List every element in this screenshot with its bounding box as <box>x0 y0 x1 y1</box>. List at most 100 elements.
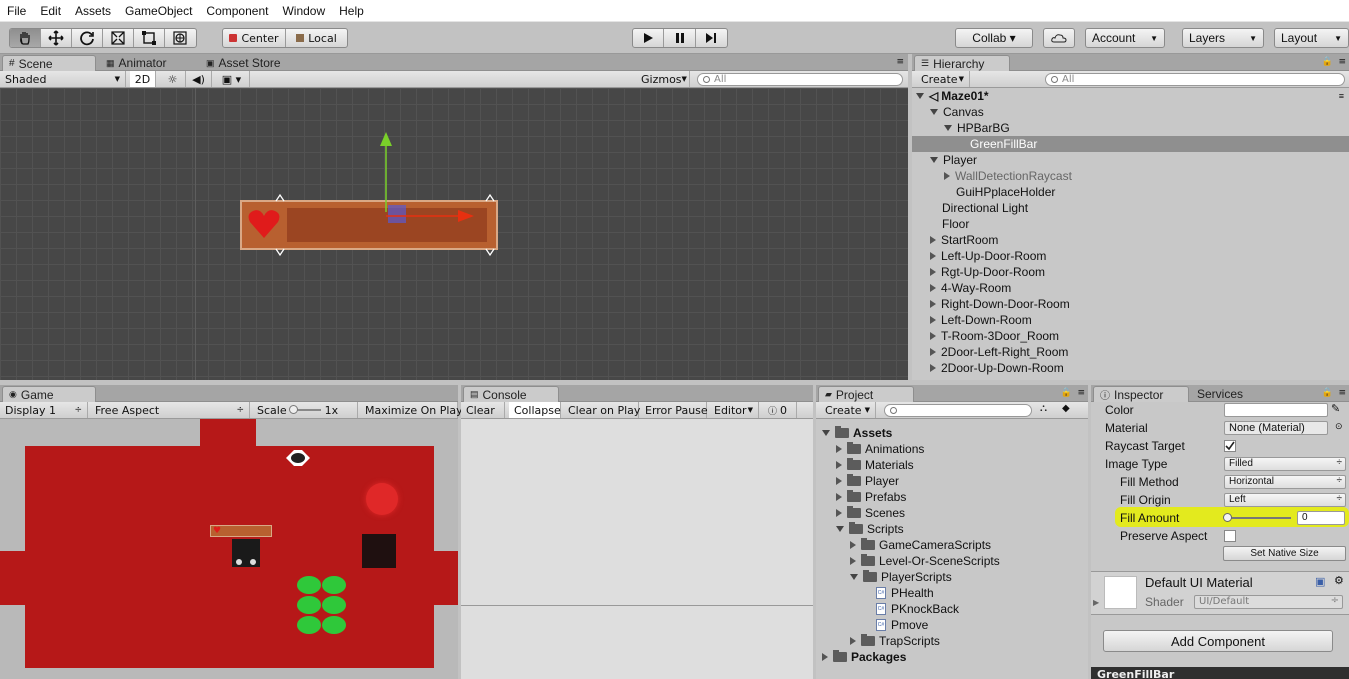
shading-dropdown[interactable]: Shaded ▼ <box>0 71 126 87</box>
shader-dropdown[interactable]: UI/Default <box>1194 595 1343 609</box>
fill-origin-dropdown[interactable]: Left <box>1224 493 1346 507</box>
tab-console[interactable]: ▤ Console <box>463 386 559 402</box>
gizmos-dropdown[interactable]: Gizmos ▼ <box>636 71 690 87</box>
project-folder[interactable]: Level-Or-SceneScripts <box>816 553 1088 569</box>
audio-toggle-icon[interactable]: ◀) <box>186 71 212 87</box>
hierarchy-search-input[interactable]: All <box>1045 73 1345 86</box>
tab-project[interactable]: ▰ Project <box>818 386 914 402</box>
tab-asset-store[interactable]: ▣ Asset Store <box>200 55 289 71</box>
layers-dropdown[interactable]: Layers ▼ <box>1182 28 1264 48</box>
hierarchy-item-room[interactable]: Rgt-Up-Door-Room <box>912 264 1349 280</box>
fill-amount-slider[interactable] <box>1223 513 1291 522</box>
scene-search-input[interactable]: All <box>697 73 903 86</box>
help-book-icon[interactable]: ▣ <box>1315 575 1325 588</box>
tab-hierarchy[interactable]: ☰ Hierarchy <box>914 55 1010 71</box>
material-field[interactable]: None (Material) <box>1224 421 1328 435</box>
scene-root[interactable]: ◁ Maze01* ≡ <box>912 88 1349 104</box>
2d-toggle[interactable]: 2D <box>130 71 156 87</box>
transform-tool-icon[interactable] <box>165 29 196 47</box>
project-folder-packages[interactable]: Packages <box>816 649 1088 665</box>
lock-icon[interactable]: 🔒 <box>1322 57 1333 67</box>
scale-tool-icon[interactable] <box>103 29 134 47</box>
scene-view[interactable] <box>0 88 908 380</box>
tab-game[interactable]: ◉ Game <box>2 386 96 402</box>
project-script[interactable]: C# PKnockBack <box>816 601 1088 617</box>
aspect-dropdown[interactable]: Free Aspect ÷ <box>90 402 250 418</box>
project-folder[interactable]: Materials <box>816 457 1088 473</box>
hierarchy-item-room[interactable]: Right-Down-Door-Room <box>912 296 1349 312</box>
hierarchy-create-dropdown[interactable]: Create ▼ <box>916 71 970 87</box>
filter-type-icon[interactable]: ⛬ <box>1040 403 1047 414</box>
hierarchy-item-room[interactable]: 4-Way-Room <box>912 280 1349 296</box>
project-folder-scripts[interactable]: Scripts <box>816 521 1088 537</box>
raycast-checkbox[interactable] <box>1224 440 1236 452</box>
hierarchy-item-room[interactable]: Left-Up-Door-Room <box>912 248 1349 264</box>
set-native-size-button[interactable]: Set Native Size <box>1223 546 1346 561</box>
hierarchy-item-floor[interactable]: Floor <box>912 216 1349 232</box>
clear-on-play-toggle[interactable]: Clear on Play <box>563 402 640 418</box>
cloud-button[interactable] <box>1043 28 1075 48</box>
rect-tool-icon[interactable] <box>134 29 165 47</box>
menu-component[interactable]: Component <box>199 0 275 22</box>
pause-button[interactable] <box>664 29 696 47</box>
image-type-dropdown[interactable]: Filled <box>1224 457 1346 471</box>
maximize-on-play-toggle[interactable]: Maximize On Play <box>360 402 463 418</box>
tab-scene[interactable]: # Scene <box>2 55 96 71</box>
panel-menu-icon[interactable]: ≡ <box>1338 388 1346 398</box>
project-folder[interactable]: TrapScripts <box>816 633 1088 649</box>
foldout-arrow-icon[interactable]: ▶ <box>1093 598 1099 607</box>
project-folder[interactable]: Animations <box>816 441 1088 457</box>
fill-method-dropdown[interactable]: Horizontal <box>1224 475 1346 489</box>
filter-label-icon[interactable]: ◆ <box>1062 403 1070 414</box>
scale-slider[interactable] <box>288 405 321 414</box>
hierarchy-item-light[interactable]: Directional Light <box>912 200 1349 216</box>
lock-icon[interactable]: 🔒 <box>1322 388 1333 398</box>
layout-dropdown[interactable]: Layout ▼ <box>1274 28 1349 48</box>
play-button[interactable] <box>633 29 665 47</box>
hierarchy-item-room[interactable]: StartRoom <box>912 232 1349 248</box>
object-picker-icon[interactable]: ⊙ <box>1335 421 1343 432</box>
project-create-dropdown[interactable]: Create ▼ <box>820 402 876 418</box>
menu-file[interactable]: File <box>0 0 33 22</box>
scale-control[interactable]: Scale 1x <box>252 402 358 418</box>
hierarchy-item-greenfillbar[interactable]: GreenFillBar <box>912 136 1349 152</box>
hierarchy-item-hpbarbg[interactable]: HPBarBG <box>912 120 1349 136</box>
account-dropdown[interactable]: Account ▼ <box>1085 28 1165 48</box>
project-search-input[interactable] <box>884 404 1032 417</box>
hierarchy-item-player[interactable]: Player <box>912 152 1349 168</box>
display-dropdown[interactable]: Display 1 ÷ <box>0 402 88 418</box>
preserve-aspect-checkbox[interactable] <box>1224 530 1236 542</box>
eyedropper-icon[interactable]: ✎ <box>1331 402 1340 415</box>
project-folder[interactable]: Scenes <box>816 505 1088 521</box>
console-divider[interactable] <box>461 605 813 606</box>
add-component-button[interactable]: Add Component <box>1103 630 1333 652</box>
console-collapse-toggle[interactable]: Collapse <box>509 402 561 418</box>
move-tool-icon[interactable] <box>41 29 72 47</box>
menu-edit[interactable]: Edit <box>33 0 68 22</box>
scene-menu-icon[interactable]: ≡ <box>1339 91 1344 101</box>
tab-animator[interactable]: ▦ Animator <box>100 55 175 71</box>
panel-menu-icon[interactable]: ≡ <box>1338 57 1346 67</box>
center-button[interactable]: Center <box>223 29 286 47</box>
hand-tool-icon[interactable] <box>10 29 41 47</box>
hierarchy-item-canvas[interactable]: Canvas <box>912 104 1349 120</box>
hierarchy-item-walldetection[interactable]: WallDetectionRaycast <box>912 168 1349 184</box>
project-folder[interactable]: Prefabs <box>816 489 1088 505</box>
project-folder-assets[interactable]: Assets <box>816 425 1088 441</box>
project-folder[interactable]: GameCameraScripts <box>816 537 1088 553</box>
hierarchy-item-room[interactable]: 2Door-Up-Down-Room <box>912 360 1349 376</box>
menu-help[interactable]: Help <box>332 0 371 22</box>
tab-inspector[interactable]: ⓘ Inspector <box>1093 386 1189 402</box>
menu-gameobject[interactable]: GameObject <box>118 0 199 22</box>
error-pause-toggle[interactable]: Error Pause <box>640 402 708 418</box>
effects-dropdown-icon[interactable]: ▣ ▾ <box>214 71 250 87</box>
project-folder-playerscripts[interactable]: PlayerScripts <box>816 569 1088 585</box>
hierarchy-item-guihp[interactable]: GuiHPplaceHolder <box>912 184 1349 200</box>
settings-gear-icon[interactable]: ⚙ <box>1334 574 1344 587</box>
lighting-toggle-icon[interactable]: ☼ <box>160 71 186 87</box>
project-script[interactable]: C# PHealth <box>816 585 1088 601</box>
preview-header[interactable]: GreenFillBar <box>1091 667 1349 679</box>
console-clear-button[interactable]: Clear <box>461 402 505 418</box>
panel-menu-icon[interactable]: ≡ <box>896 57 904 67</box>
project-script[interactable]: C# Pmove <box>816 617 1088 633</box>
